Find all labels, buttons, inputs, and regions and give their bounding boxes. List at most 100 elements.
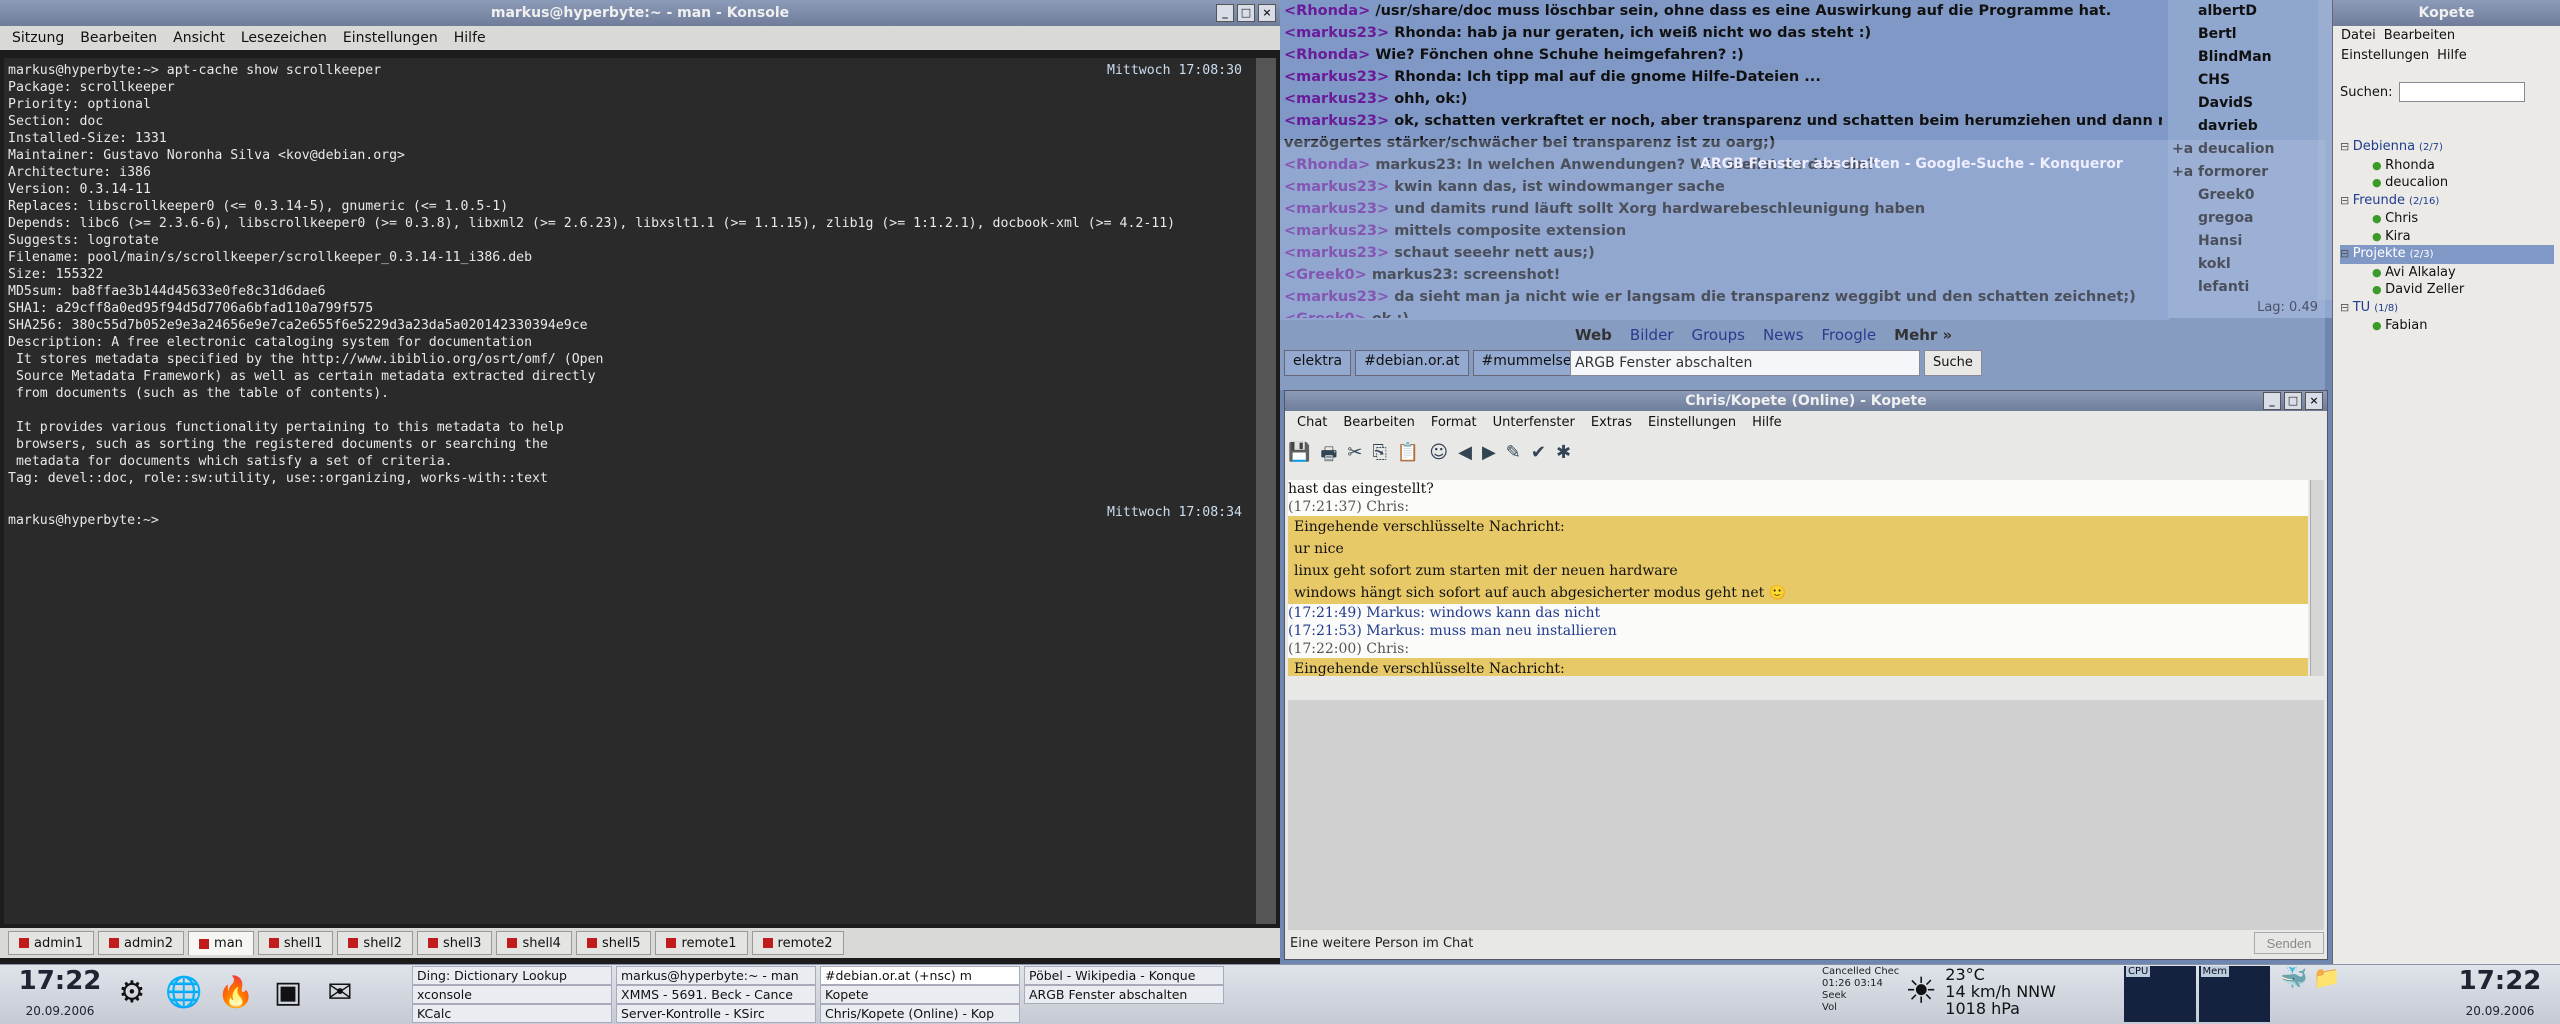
terminal-icon[interactable]: ▣ [266, 966, 310, 1018]
menu-ansicht[interactable]: Ansicht [165, 26, 233, 50]
menu-unterfenster[interactable]: Unterfenster [1485, 411, 1583, 435]
menu-bearbeiten[interactable]: Bearbeiten [2380, 26, 2459, 46]
menu-einstellungen[interactable]: Einstellungen [1640, 411, 1744, 435]
kde-menu-icon[interactable]: ⚙ [110, 966, 154, 1018]
contact-group[interactable]: TU(1/8) [2340, 299, 2554, 318]
chat-input[interactable] [1288, 700, 2324, 930]
google-link-web[interactable]: Web [1575, 326, 1612, 344]
menu-bearbeiten[interactable]: Bearbeiten [72, 26, 165, 50]
taskbar-task[interactable]: xconsole [412, 985, 612, 1004]
chat-titlebar[interactable]: Chris/Kopete (Online) - Kopete _ □ × [1285, 391, 2327, 411]
forward-icon[interactable]: ▶ [1482, 442, 1496, 472]
cut-icon[interactable]: ✂ [1347, 442, 1362, 472]
contact-tree[interactable]: Debienna(2/7)● Rhonda● deucalionFreunde(… [2340, 138, 2554, 335]
nick-list-item[interactable]: Bertl [2198, 23, 2318, 46]
google-link-froogle[interactable]: Froogle [1822, 326, 1877, 344]
maximize-icon[interactable]: □ [2284, 392, 2302, 410]
contact-item[interactable]: ● David Zeller [2340, 281, 2554, 299]
menu-datei[interactable]: Datei [2337, 26, 2380, 46]
minimize-icon[interactable]: _ [2263, 392, 2281, 410]
taskbar-task[interactable]: Pöbel - Wikipedia - Konque [1024, 966, 1224, 985]
google-link-news[interactable]: News [1763, 326, 1804, 344]
nick-list-item[interactable]: davrieb [2198, 115, 2318, 138]
menu-einstellungen[interactable]: Einstellungen [335, 26, 446, 50]
media-player-applet[interactable]: Cancelled Chec 01:26 03:14 Seek Vol [1822, 966, 1900, 1014]
copy-icon[interactable]: ⎘ [1373, 442, 1387, 472]
menu-lesezeichen[interactable]: Lesezeichen [233, 26, 335, 50]
clock-right[interactable]: 17:22 [2450, 966, 2550, 996]
tab-shell1[interactable]: shell1 [257, 931, 334, 955]
pen-icon[interactable]: ✎ [1506, 442, 1521, 472]
send-button[interactable]: Senden [2254, 932, 2324, 954]
paste-icon[interactable]: 📋 [1397, 442, 1419, 472]
contact-item[interactable]: ● Avi Alkalay [2340, 264, 2554, 282]
search-input[interactable] [2398, 82, 2525, 102]
tab-shell2[interactable]: shell2 [337, 931, 413, 955]
contact-group[interactable]: Debienna(2/7) [2340, 138, 2554, 157]
close-icon[interactable]: × [1258, 4, 1276, 22]
google-link-mehr[interactable]: Mehr » [1894, 326, 1952, 344]
nick-list-item[interactable]: CHS [2198, 69, 2318, 92]
terminal-output[interactable]: Mittwoch 17:08:30 Mittwoch 17:08:34 mark… [4, 58, 1256, 924]
google-search-button[interactable]: Suche [1924, 350, 1982, 376]
taskbar-task[interactable]: Ding: Dictionary Lookup [412, 966, 612, 985]
terminal-scrollbar[interactable] [1256, 58, 1276, 924]
menu-sitzung[interactable]: Sitzung [4, 26, 72, 50]
contact-group[interactable]: Projekte(2/3) [2340, 245, 2554, 264]
konqueror-tray-icon[interactable]: 🐳 [2280, 966, 2307, 991]
menu-format[interactable]: Format [1423, 411, 1485, 435]
contact-item[interactable]: ● Fabian [2340, 317, 2554, 335]
taskbar-task[interactable]: ARGB Fenster abschalten [1024, 985, 1224, 1004]
media-seek[interactable]: Seek [1822, 990, 1900, 1002]
google-search-input[interactable]: ARGB Fenster abschalten [1570, 350, 1920, 376]
tab-shell5[interactable]: shell5 [575, 931, 652, 955]
tab-admin2[interactable]: admin2 [98, 931, 185, 955]
nick-list-item[interactable]: DavidS [2198, 92, 2318, 115]
tab-elektra[interactable]: elektra [1284, 350, 1352, 376]
menu-extras[interactable]: Extras [1583, 411, 1640, 435]
close-icon[interactable]: × [2305, 392, 2323, 410]
tab-admin1[interactable]: admin1 [8, 931, 95, 955]
tab-shell3[interactable]: shell3 [416, 931, 493, 955]
tab-shell4[interactable]: shell4 [496, 931, 572, 955]
smiley-icon[interactable]: ☺ [1429, 442, 1448, 472]
nick-list-item[interactable]: BlindMan [2198, 46, 2318, 69]
taskbar-task[interactable]: Kopete [820, 985, 1020, 1004]
taskbar-task[interactable]: Chris/Kopete (Online) - Kop [820, 1004, 1020, 1023]
taskbar-task[interactable]: markus@hyperbyte:~ - man [616, 966, 816, 985]
spellcheck-icon[interactable]: ✔ [1531, 442, 1546, 472]
tab-remote2[interactable]: remote2 [751, 931, 844, 955]
back-icon[interactable]: ◀ [1458, 442, 1472, 472]
weather-applet[interactable]: ☀ 23°C 14 km/h NNW 1018 hPa [1905, 966, 2056, 1017]
taskbar-task[interactable]: #debian.or.at (+nsc) m [820, 966, 1020, 985]
print-icon[interactable]: 🖶 [1320, 442, 1337, 472]
google-link-groups[interactable]: Groups [1691, 326, 1744, 344]
media-volume[interactable]: Vol [1822, 1002, 1900, 1014]
tab-man[interactable]: man [188, 931, 254, 955]
menu-chat[interactable]: Chat [1289, 411, 1335, 435]
menu-bearbeiten[interactable]: Bearbeiten [1335, 411, 1422, 435]
save-icon[interactable]: 💾 [1288, 442, 1310, 472]
menu-hilfe[interactable]: Hilfe [1744, 411, 1790, 435]
contact-item[interactable]: ● Kira [2340, 228, 2554, 246]
contact-item[interactable]: ● Chris [2340, 210, 2554, 228]
menu-hilfe[interactable]: Hilfe [446, 26, 494, 50]
konsole-titlebar[interactable]: markus@hyperbyte:~ - man - Konsole _ □ × [0, 0, 1280, 26]
chat-scrollbar[interactable] [2310, 480, 2324, 676]
tab-debian[interactable]: #debian.or.at [1355, 350, 1469, 376]
taskbar-task[interactable]: KCalc [412, 1004, 612, 1023]
clock-left[interactable]: 17:22 [10, 966, 110, 996]
menu-hilfe[interactable]: Hilfe [2433, 46, 2471, 66]
menu-einstellungen[interactable]: Einstellungen [2337, 46, 2433, 66]
contact-group[interactable]: Freunde(2/16) [2340, 192, 2554, 211]
firefox-icon[interactable]: 🔥 [214, 966, 258, 1018]
tab-remote1[interactable]: remote1 [655, 931, 748, 955]
taskbar-task[interactable]: Server-Kontrolle - KSirc [616, 1004, 816, 1023]
contact-item[interactable]: ● deucalion [2340, 174, 2554, 192]
system-monitor[interactable]: CPU Mem [2124, 966, 2270, 1022]
contact-item[interactable]: ● Rhonda [2340, 157, 2554, 175]
maximize-icon[interactable]: □ [1237, 4, 1255, 22]
nick-list-item[interactable]: albertD [2198, 0, 2318, 23]
taskbar-task[interactable]: XMMS - 5691. Beck - Cance [616, 985, 816, 1004]
mail-icon[interactable]: ✉ [318, 966, 362, 1018]
